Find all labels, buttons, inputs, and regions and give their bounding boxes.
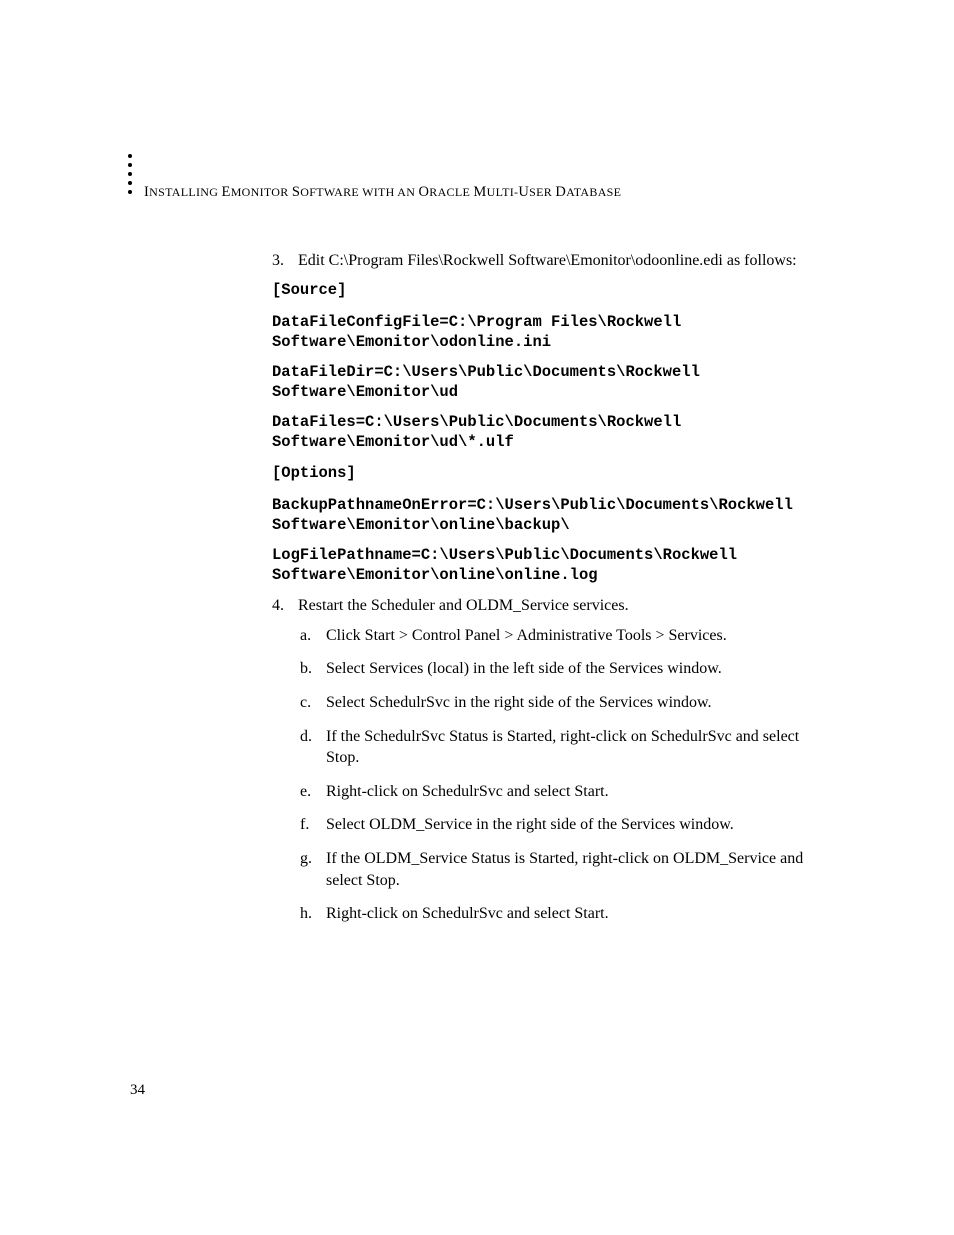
step-3: 3. Edit C:\Program Files\Rockwell Softwa… [272, 250, 832, 272]
sub-step-c: c. Select SchedulrSvc in the right side … [300, 692, 832, 714]
sub-step-e: e. Right-click on SchedulrSvc and select… [300, 781, 832, 803]
body-content: 3. Edit C:\Program Files\Rockwell Softwa… [272, 250, 832, 937]
sub-step-a: a. Click Start > Control Panel > Adminis… [300, 625, 832, 647]
code-backuppath: BackupPathnameOnError=C:\Users\Public\Do… [272, 495, 832, 535]
sub-step-h: h. Right-click on SchedulrSvc and select… [300, 903, 832, 925]
step-number: 3. [272, 250, 294, 272]
step-4: 4. Restart the Scheduler and OLDM_Servic… [272, 595, 832, 617]
page: INSTALLING EMONITOR SOFTWARE WITH AN ORA… [0, 0, 954, 1235]
page-number: 34 [130, 1080, 145, 1100]
sub-steps: a. Click Start > Control Panel > Adminis… [300, 625, 832, 925]
sub-step-g: g. If the OLDM_Service Status is Started… [300, 848, 832, 891]
header-dots [128, 154, 132, 194]
sub-step-b: b. Select Services (local) in the left s… [300, 658, 832, 680]
sub-step-d: d. If the SchedulrSvc Status is Started,… [300, 726, 832, 769]
code-datafileconfig: DataFileConfigFile=C:\Program Files\Rock… [272, 312, 832, 352]
running-header: INSTALLING EMONITOR SOFTWARE WITH AN ORA… [144, 183, 621, 203]
code-datafiledir: DataFileDir=C:\Users\Public\Documents\Ro… [272, 362, 832, 402]
code-options-header: [Options] [272, 463, 832, 483]
code-datafiles: DataFiles=C:\Users\Public\Documents\Rock… [272, 412, 832, 452]
step-number: 4. [272, 595, 294, 617]
step-text: Edit C:\Program Files\Rockwell Software\… [298, 252, 797, 269]
step-text: Restart the Scheduler and OLDM_Service s… [298, 597, 629, 614]
sub-step-f: f. Select OLDM_Service in the right side… [300, 814, 832, 836]
code-logfile: LogFilePathname=C:\Users\Public\Document… [272, 545, 832, 585]
code-source-header: [Source] [272, 280, 832, 300]
